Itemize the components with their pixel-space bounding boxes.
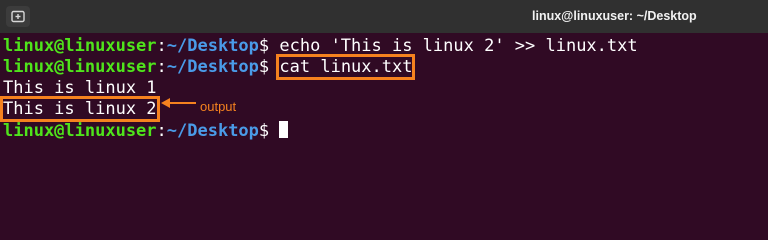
- command-text: echo 'This is linux 2' >> linux.txt: [269, 36, 638, 56]
- output-line-1: This is linux 1: [3, 78, 157, 98]
- terminal-line-2: linux@linuxuser:~/Desktop$ cat linux.txt: [3, 54, 416, 80]
- annotation-label: output: [200, 99, 237, 114]
- output-line-2: This is linux 2: [0, 96, 160, 122]
- prompt-path: ~/Desktop: [166, 36, 259, 56]
- prompt-symbol: $: [258, 57, 270, 77]
- prompt-separator: :: [156, 121, 167, 141]
- highlighted-output: This is linux 2: [0, 96, 160, 122]
- prompt-separator: :: [156, 36, 167, 56]
- prompt-symbol: $: [258, 36, 270, 56]
- prompt-user-host: linux@linuxuser: [3, 36, 157, 56]
- prompt-path: ~/Desktop: [166, 57, 259, 77]
- highlighted-command: cat linux.txt: [276, 54, 416, 80]
- terminal-area[interactable]: linux@linuxuser:~/Desktop$ echo 'This is…: [0, 33, 768, 200]
- prompt-user-host: linux@linuxuser: [3, 121, 157, 141]
- title-bar: linux@linuxuser: ~/Desktop: [0, 0, 768, 33]
- prompt-separator: :: [156, 57, 167, 77]
- window-title: linux@linuxuser: ~/Desktop: [532, 9, 697, 23]
- prompt-user-host: linux@linuxuser: [3, 57, 157, 77]
- terminal-line-1: linux@linuxuser:~/Desktop$ echo 'This is…: [3, 35, 638, 57]
- new-tab-icon: [11, 10, 25, 23]
- text-cursor: [279, 121, 289, 138]
- terminal-line-5: linux@linuxuser:~/Desktop$: [3, 120, 289, 142]
- new-tab-button[interactable]: [6, 6, 30, 27]
- prompt-path: ~/Desktop: [166, 121, 259, 141]
- arrow-icon: [161, 98, 196, 108]
- prompt-symbol: $: [258, 121, 270, 141]
